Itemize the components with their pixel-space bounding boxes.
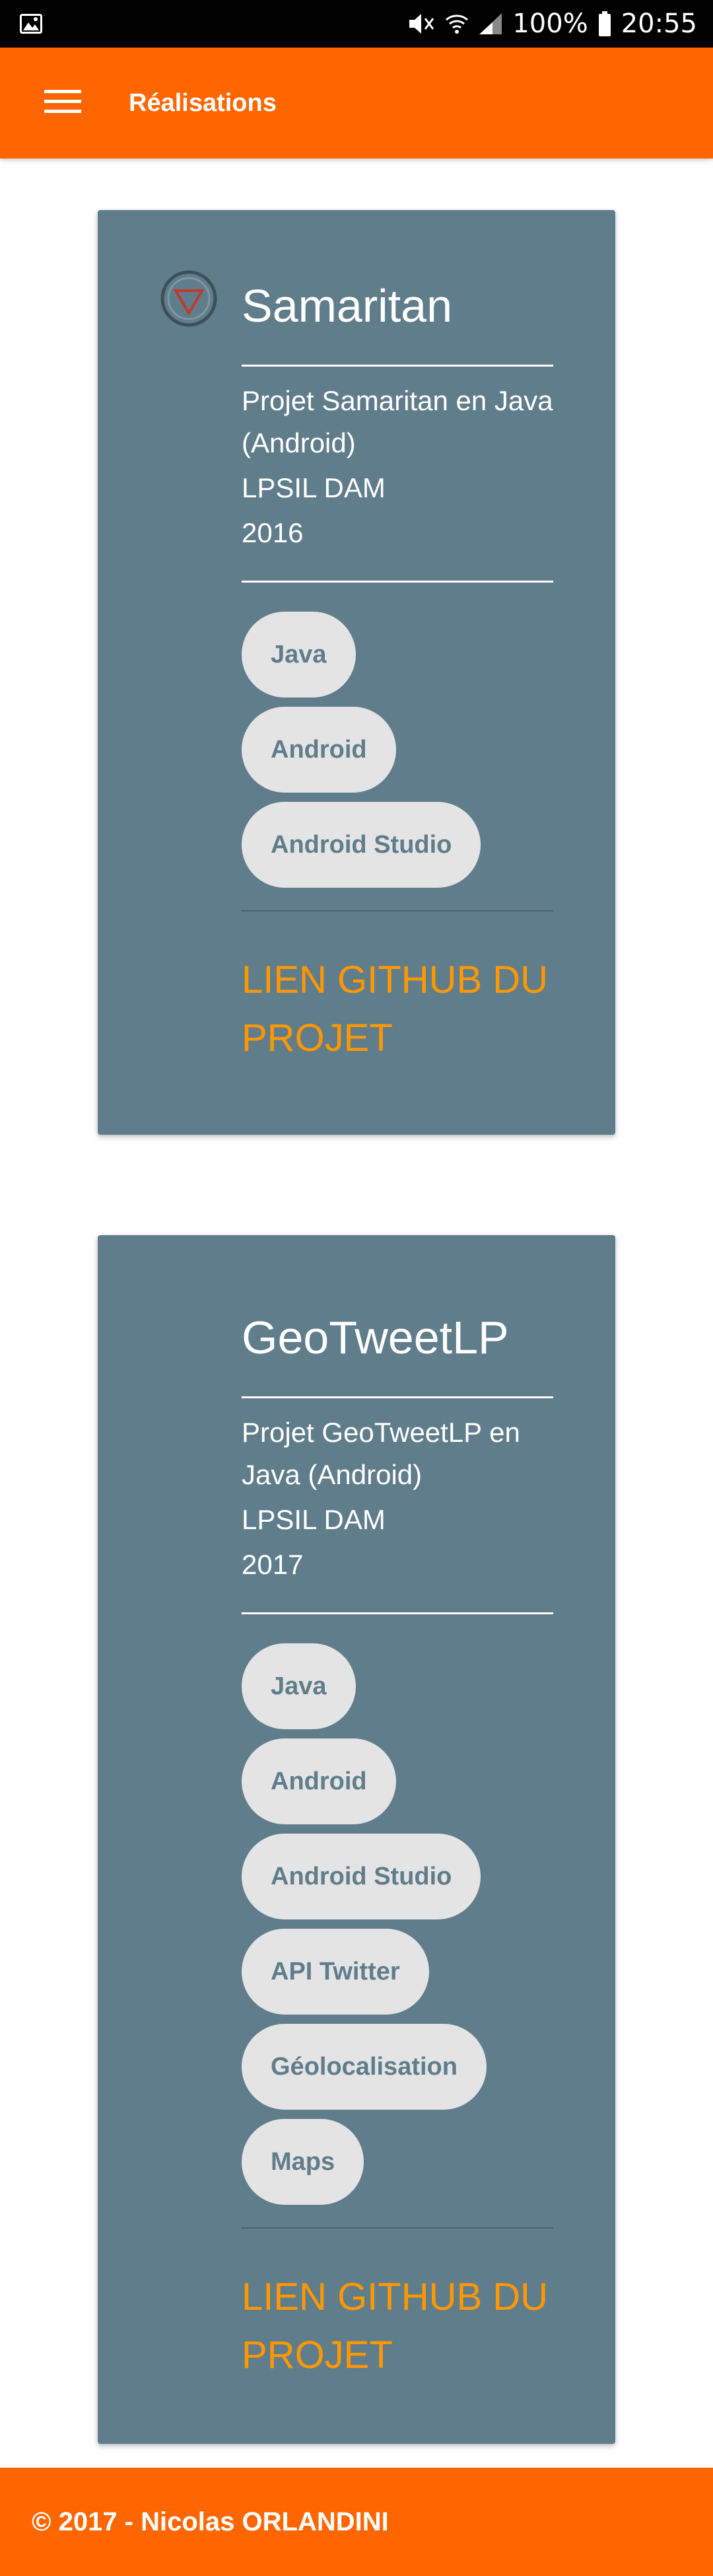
status-bar: 100% 20:55: [0, 0, 713, 48]
menu-button[interactable]: [33, 73, 92, 133]
divider: [242, 2227, 553, 2229]
samaritan-logo-icon: [160, 269, 218, 328]
divider: [242, 581, 553, 583]
project-card: Samaritan Projet Samaritan en Java (Andr…: [98, 210, 615, 1135]
tag-chip[interactable]: API Twitter: [242, 1929, 429, 2015]
tag-chip[interactable]: Géolocalisation: [242, 2024, 487, 2110]
tag-chip[interactable]: Java: [242, 1643, 356, 1729]
project-year: 2016: [242, 517, 304, 548]
divider: [242, 365, 553, 367]
project-description: Projet GeoTweetLP en Java (Android): [242, 1417, 520, 1490]
battery-percent: 100%: [512, 9, 588, 39]
hamburger-menu-icon: [44, 89, 81, 118]
app-bar: Réalisations: [0, 48, 713, 159]
tag-chip[interactable]: Android Studio: [242, 802, 481, 888]
mute-icon: [407, 11, 436, 37]
project-program: LPSIL DAM: [242, 1504, 386, 1535]
signal-icon: [478, 11, 503, 37]
project-card: GeoTweetLP Projet GeoTweetLP en Java (An…: [98, 1235, 615, 2444]
clock: 20:55: [621, 9, 697, 39]
footer: © 2017 - Nicolas ORLANDINI: [0, 2468, 713, 2576]
tag-list: Java Android Android Studio: [242, 612, 553, 897]
project-description: Projet Samaritan en Java (Android): [242, 385, 553, 458]
tag-chip[interactable]: Android: [242, 707, 396, 793]
project-year: 2017: [242, 1549, 304, 1580]
battery-icon: [597, 11, 612, 37]
copyright-text: © 2017 - Nicolas ORLANDINI: [32, 2507, 389, 2536]
divider: [242, 1612, 553, 1614]
github-link[interactable]: Lien GitHub du projet: [242, 951, 553, 1067]
project-title: GeoTweetLP: [242, 1312, 509, 1363]
divider: [242, 1396, 553, 1398]
image-icon: [20, 14, 42, 34]
tag-list: Java Android Android Studio API Twitter …: [242, 1643, 553, 2214]
project-program: LPSIL DAM: [242, 472, 386, 503]
tag-chip[interactable]: Java: [242, 612, 356, 698]
github-link[interactable]: Lien GitHub du projet: [242, 2268, 553, 2384]
page-title: Réalisations: [129, 89, 277, 117]
tag-chip[interactable]: Android Studio: [242, 1834, 481, 1919]
tag-chip[interactable]: Maps: [242, 2119, 364, 2205]
project-title: Samaritan: [242, 280, 453, 332]
divider: [242, 910, 553, 912]
wifi-icon: [445, 11, 469, 37]
tag-chip[interactable]: Android: [242, 1738, 396, 1824]
